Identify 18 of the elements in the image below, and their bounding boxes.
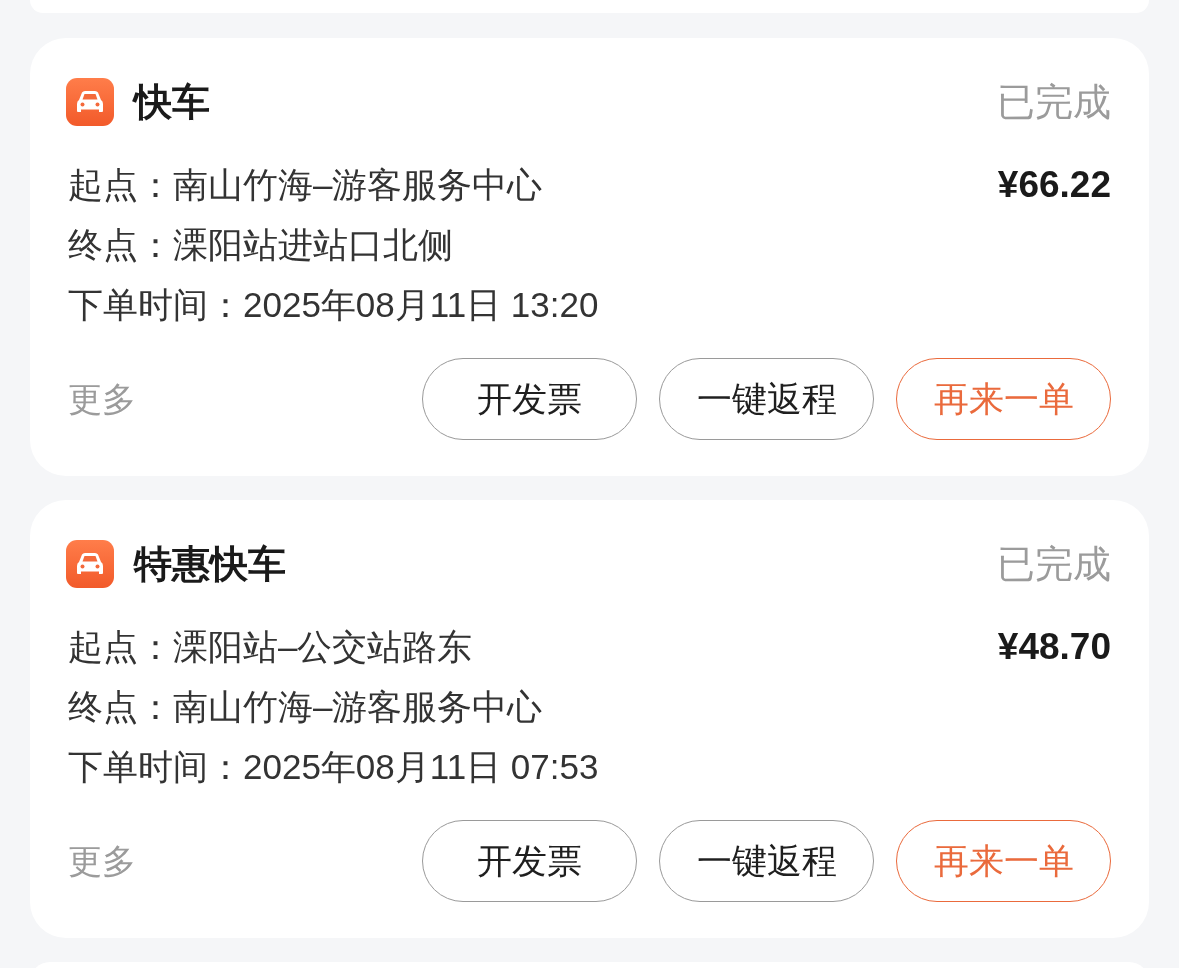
service-title: 快车	[134, 83, 210, 121]
car-icon	[66, 78, 114, 126]
action-button[interactable]: 开发票	[422, 820, 637, 902]
action-button[interactable]: 一键返程	[659, 820, 874, 902]
service-title: 特惠快车	[134, 545, 286, 583]
action-button[interactable]: 开发票	[422, 358, 637, 440]
order-detail: 下单时间：2025年08月11日 07:53	[67, 746, 599, 788]
order-detail: 起点：南山竹海–游客服务中心	[67, 164, 544, 206]
order-detail: 终点：南山竹海–游客服务中心	[67, 686, 544, 728]
order-status: 已完成	[997, 83, 1111, 121]
order-detail: 终点：溧阳站进站口北侧	[67, 224, 454, 266]
order-status: 已完成	[997, 545, 1111, 583]
order-price: ¥66.22	[997, 163, 1111, 207]
order-detail: 起点：溧阳站–公交站路东	[67, 626, 474, 668]
order-detail: 下单时间：2025年08月11日 13:20	[67, 284, 599, 326]
action-button[interactable]: 一键返程	[659, 358, 874, 440]
order-price: ¥48.70	[997, 625, 1111, 669]
car-icon	[66, 540, 114, 588]
